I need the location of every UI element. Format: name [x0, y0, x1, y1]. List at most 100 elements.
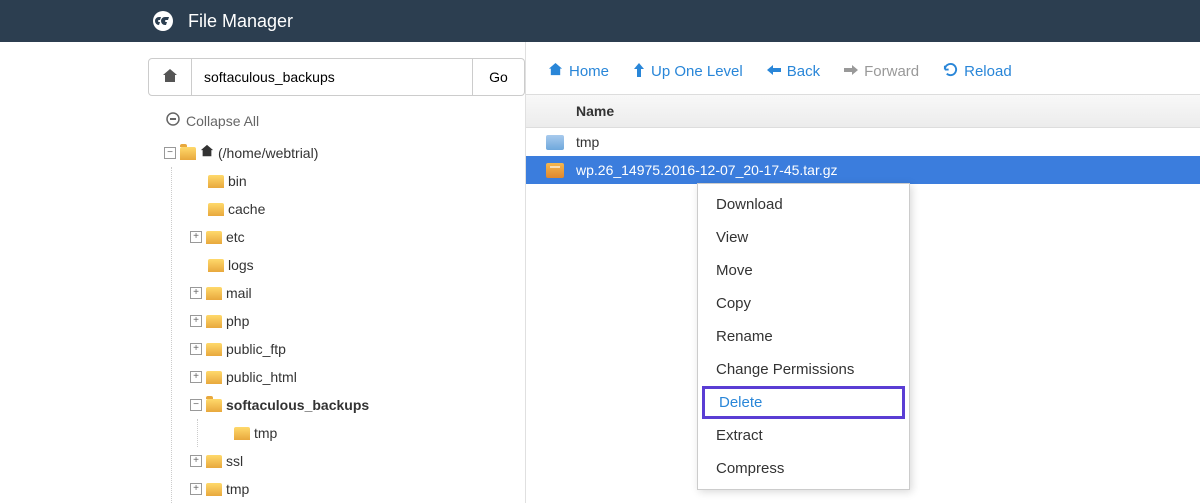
- tree-label: etc: [226, 225, 245, 249]
- up-label: Up One Level: [651, 63, 743, 80]
- context-menu-item[interactable]: Extract: [698, 419, 909, 452]
- expander-icon[interactable]: +: [190, 315, 202, 327]
- folder-icon: [206, 371, 222, 384]
- tree-label: mail: [226, 281, 252, 305]
- folder-icon: [208, 203, 224, 216]
- collapse-icon: [166, 112, 180, 129]
- home-icon: [548, 62, 563, 80]
- file-row[interactable]: wp.26_14975.2016-12-07_20-17-45.tar.gz: [526, 156, 1200, 184]
- folder-icon: [206, 231, 222, 244]
- tree-item[interactable]: + mail: [190, 279, 525, 307]
- tree-root-label: (/home/webtrial): [218, 141, 318, 165]
- folder-icon: [206, 483, 222, 496]
- tree-label: tmp: [226, 477, 249, 501]
- left-panel: Go Collapse All − (/home/webtrial) bin ca…: [0, 42, 525, 503]
- folder-tree: − (/home/webtrial) bin cache + etc logs + mail…: [148, 139, 525, 503]
- context-menu-item[interactable]: Move: [698, 254, 909, 287]
- tree-item[interactable]: + tmp: [190, 475, 525, 503]
- up-arrow-icon: [633, 63, 645, 80]
- toolbar-up[interactable]: Up One Level: [633, 63, 743, 80]
- tree-item[interactable]: − softaculous_backups: [190, 391, 525, 419]
- folder-icon: [208, 175, 224, 188]
- folder-icon: [180, 147, 196, 160]
- toolbar: Home Up One Level Back Forward: [526, 42, 1200, 94]
- tree-label: public_html: [226, 365, 297, 389]
- tree-children: bin cache + etc logs + mail + php + public_ftp + pub…: [171, 167, 525, 503]
- tree-item[interactable]: + php: [190, 307, 525, 335]
- collapse-all[interactable]: Collapse All: [148, 112, 525, 129]
- context-menu-item[interactable]: View: [698, 221, 909, 254]
- tree-item[interactable]: logs: [190, 251, 525, 279]
- file-name: wp.26_14975.2016-12-07_20-17-45.tar.gz: [576, 162, 838, 178]
- home-label: Home: [569, 63, 609, 80]
- toolbar-forward[interactable]: Forward: [844, 63, 919, 80]
- context-menu-item[interactable]: Copy: [698, 287, 909, 320]
- context-menu-item[interactable]: Delete: [702, 386, 905, 419]
- folder-icon: [206, 455, 222, 468]
- tree-label: ssl: [226, 449, 243, 473]
- go-button[interactable]: Go: [473, 58, 525, 96]
- main: Go Collapse All − (/home/webtrial) bin ca…: [0, 42, 1200, 503]
- tree-item[interactable]: + public_html: [190, 363, 525, 391]
- tree-root[interactable]: − (/home/webtrial): [164, 139, 525, 167]
- expander-icon[interactable]: +: [190, 371, 202, 383]
- tree-item[interactable]: + ssl: [190, 447, 525, 475]
- file-name: tmp: [576, 134, 599, 150]
- folder-icon: [234, 427, 250, 440]
- header: File Manager: [0, 0, 1200, 42]
- file-row[interactable]: tmp: [526, 128, 1200, 156]
- folder-icon: [206, 343, 222, 356]
- expander-icon[interactable]: +: [190, 287, 202, 299]
- tree-children: tmp: [197, 419, 525, 447]
- tree-label: cache: [228, 197, 265, 221]
- tree-label: tmp: [254, 421, 277, 445]
- tree-item[interactable]: bin: [190, 167, 525, 195]
- home-icon: [200, 141, 214, 165]
- cpanel-logo: [150, 8, 176, 34]
- forward-arrow-icon: [844, 63, 858, 79]
- tree-item[interactable]: cache: [190, 195, 525, 223]
- expander-icon[interactable]: −: [190, 399, 202, 411]
- folder-icon: [206, 287, 222, 300]
- context-menu-item[interactable]: Rename: [698, 320, 909, 353]
- context-menu: DownloadViewMoveCopyRenameChange Permiss…: [697, 183, 910, 490]
- table-header-name[interactable]: Name: [526, 94, 1200, 128]
- expander-icon[interactable]: +: [190, 231, 202, 243]
- app-title: File Manager: [188, 11, 293, 32]
- toolbar-reload[interactable]: Reload: [943, 62, 1012, 80]
- folder-icon: [546, 135, 564, 150]
- archive-icon: [546, 163, 564, 178]
- path-bar: Go: [148, 58, 525, 96]
- toolbar-back[interactable]: Back: [767, 63, 820, 80]
- tree-item[interactable]: tmp: [216, 419, 525, 447]
- home-button[interactable]: [148, 58, 192, 96]
- back-arrow-icon: [767, 63, 781, 79]
- tree-label: softaculous_backups: [226, 393, 369, 417]
- tree-item[interactable]: + etc: [190, 223, 525, 251]
- home-icon: [162, 68, 178, 87]
- forward-label: Forward: [864, 63, 919, 80]
- context-menu-item[interactable]: Change Permissions: [698, 353, 909, 386]
- tree-label: logs: [228, 253, 254, 277]
- expander-icon[interactable]: +: [190, 483, 202, 495]
- tree-label: php: [226, 309, 249, 333]
- folder-icon: [206, 399, 222, 412]
- toolbar-home[interactable]: Home: [548, 62, 609, 80]
- folder-icon: [206, 315, 222, 328]
- expander-icon[interactable]: +: [190, 455, 202, 467]
- context-menu-item[interactable]: Compress: [698, 452, 909, 485]
- reload-label: Reload: [964, 63, 1012, 80]
- tree-label: public_ftp: [226, 337, 286, 361]
- reload-icon: [943, 62, 958, 80]
- file-table: Name tmp wp.26_14975.2016-12-07_20-17-45.…: [526, 94, 1200, 184]
- context-menu-item[interactable]: Download: [698, 188, 909, 221]
- expander-icon[interactable]: +: [190, 343, 202, 355]
- collapse-label: Collapse All: [186, 113, 259, 129]
- expander-icon[interactable]: −: [164, 147, 176, 159]
- path-input[interactable]: [192, 58, 473, 96]
- back-label: Back: [787, 63, 820, 80]
- file-rows: tmp wp.26_14975.2016-12-07_20-17-45.tar.g…: [526, 128, 1200, 184]
- folder-icon: [208, 259, 224, 272]
- tree-item[interactable]: + public_ftp: [190, 335, 525, 363]
- tree-label: bin: [228, 169, 247, 193]
